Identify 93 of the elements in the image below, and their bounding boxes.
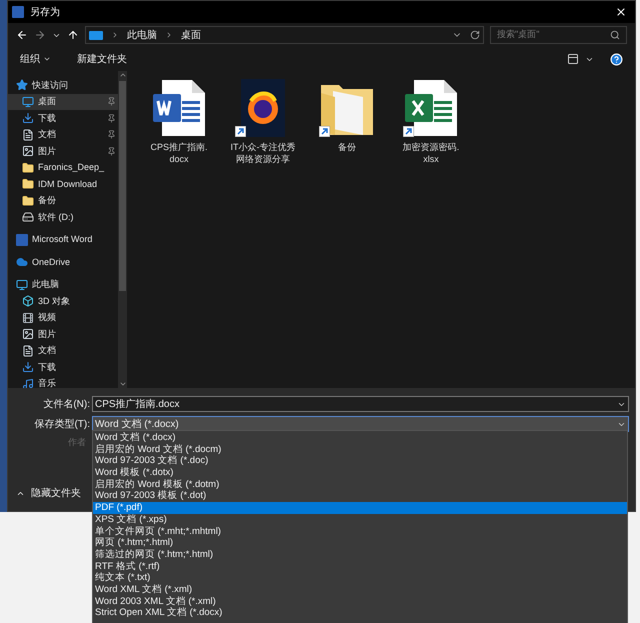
organize-menu[interactable]: 组织 [20, 52, 51, 66]
file-type-option[interactable]: Word XML 文档 (*.xml) [93, 584, 627, 596]
sidebar-item[interactable]: 音乐 [8, 376, 118, 392]
computer-icon [16, 278, 28, 291]
sidebar-item[interactable]: 3D 对象 [8, 293, 118, 310]
sidebar-item[interactable]: IDM Download [8, 176, 118, 192]
file-item[interactable]: 备份 [307, 79, 387, 153]
file-type-option[interactable]: Word 模板 (*.dotx) [93, 467, 627, 479]
star-icon [16, 79, 28, 92]
sidebar-item[interactable]: OneDrive [8, 254, 118, 270]
filename-field[interactable]: CPS推广指南.docx [92, 396, 629, 412]
field-label: 作者 [67, 436, 87, 449]
picture-icon [22, 145, 34, 158]
download-icon [22, 112, 34, 124]
search-field[interactable]: 搜索"桌面" [490, 26, 627, 44]
hide-folders-button[interactable]: 隐藏文件夹 [16, 486, 81, 501]
field-label: 保存类型(T): [33, 418, 91, 432]
folder-icon [22, 178, 34, 190]
chevron-right-icon [111, 31, 119, 39]
file-type-option[interactable]: 单个文件网页 (*.mht;*.mhtml) [93, 526, 627, 538]
document-icon [22, 344, 34, 357]
file-type-option[interactable]: 筛选过的网页 (*.htm;*.html) [93, 548, 627, 561]
file-type-option[interactable]: 启用宏的 Word 模板 (*.dotm) [93, 478, 627, 490]
file-name: IT小众-专注优秀 [230, 141, 296, 153]
picture-icon [22, 328, 34, 340]
file-name: docx [169, 153, 188, 165]
file-item[interactable]: 加密资源密码. xlsx [391, 79, 471, 165]
file-type-option[interactable]: Word 97-2003 模板 (*.dot) [93, 490, 627, 502]
scrollbar[interactable] [118, 71, 127, 388]
search-icon [610, 30, 620, 40]
file-type-option[interactable]: Word 97-2003 文档 (*.doc) [93, 455, 627, 468]
monitor-icon [22, 96, 34, 108]
file-item[interactable]: CPS推广指南. docx [139, 79, 219, 165]
sidebar-item[interactable]: 此电脑 [8, 276, 118, 293]
chevron-up-icon[interactable] [118, 71, 126, 79]
file-name: 备份 [338, 141, 356, 153]
chevron-right-icon [165, 31, 173, 39]
breadcrumb-item[interactable]: 桌面 [181, 28, 201, 42]
folder-icon [22, 194, 34, 207]
refresh-icon[interactable] [470, 30, 480, 40]
film-icon [22, 312, 34, 324]
back-icon[interactable] [16, 29, 28, 41]
file-name: 网络资源分享 [236, 153, 290, 165]
sidebar-item[interactable]: Microsoft Word [8, 232, 118, 248]
chevron-up-icon [16, 489, 25, 498]
folder-icon [22, 162, 34, 174]
music-icon [22, 378, 34, 390]
field-label: 文件名(N): [42, 398, 91, 412]
download-icon [22, 361, 34, 374]
help-icon[interactable] [610, 52, 623, 66]
sidebar-item[interactable]: 下载 [8, 110, 118, 126]
chevron-down-icon[interactable] [118, 380, 126, 388]
sidebar-item[interactable]: 下载 [8, 359, 118, 376]
file-type-option[interactable]: Word 2003 XML 文档 (*.xml) [93, 596, 627, 608]
forward-icon[interactable] [34, 29, 46, 41]
caret-icon [43, 55, 51, 63]
sidebar-item[interactable]: 软件 (D:) [8, 209, 118, 226]
file-type-option[interactable]: Word 文档 (*.docx) [93, 432, 627, 444]
file-name: 加密资源密码. [402, 141, 460, 153]
file-type-option[interactable]: RTF 格式 (*.rtf) [93, 560, 627, 572]
file-type-option[interactable]: 纯文本 (*.txt) [93, 572, 627, 584]
monitor-icon [89, 30, 103, 40]
file-item[interactable]: IT小众-专注优秀 网络资源分享 [223, 79, 303, 165]
close-icon[interactable] [615, 6, 627, 18]
browser-shortcut-icon [241, 79, 285, 137]
file-type-option[interactable]: 网页 (*.htm;*.html) [93, 537, 627, 549]
sidebar-item[interactable]: 快速访问 [8, 77, 118, 94]
window-title: 另存为 [30, 6, 61, 20]
sidebar-item[interactable]: 桌面 [8, 94, 118, 110]
sidebar-item[interactable]: 图片 [8, 143, 118, 160]
sidebar-item[interactable]: 视频 [8, 310, 118, 326]
view-icon[interactable] [567, 53, 579, 65]
sidebar-item[interactable]: 文档 [8, 126, 118, 143]
new-folder-button[interactable]: 新建文件夹 [77, 52, 127, 66]
document-icon [22, 128, 34, 141]
breadcrumb-item[interactable]: 此电脑 [127, 28, 157, 42]
sidebar-item[interactable]: 图片 [8, 326, 118, 342]
file-name: CPS推广指南. [150, 141, 208, 153]
file-type-option[interactable]: 启用宏的 Word 文档 (*.docm) [93, 444, 627, 456]
sidebar-item[interactable]: 备份 [8, 192, 118, 209]
cube-icon [22, 295, 34, 308]
sidebar-item[interactable]: 文档 [8, 342, 118, 359]
sidebar-item[interactable]: Faronics_Deep_ [8, 160, 118, 176]
drive-icon [22, 211, 34, 224]
file-type-option[interactable]: XPS 文档 (*.xps) [93, 514, 627, 526]
up-icon[interactable] [67, 29, 79, 41]
file-name: xlsx [423, 153, 439, 165]
file-type-option[interactable]: PDF (*.pdf) [93, 502, 627, 514]
cloud-icon [16, 256, 28, 268]
address-bar[interactable]: 此电脑 桌面 [85, 26, 484, 44]
file-type-option[interactable]: Strict Open XML 文档 (*.docx) [93, 607, 627, 619]
excel-document-icon [404, 79, 458, 137]
word-document-icon [152, 79, 206, 137]
